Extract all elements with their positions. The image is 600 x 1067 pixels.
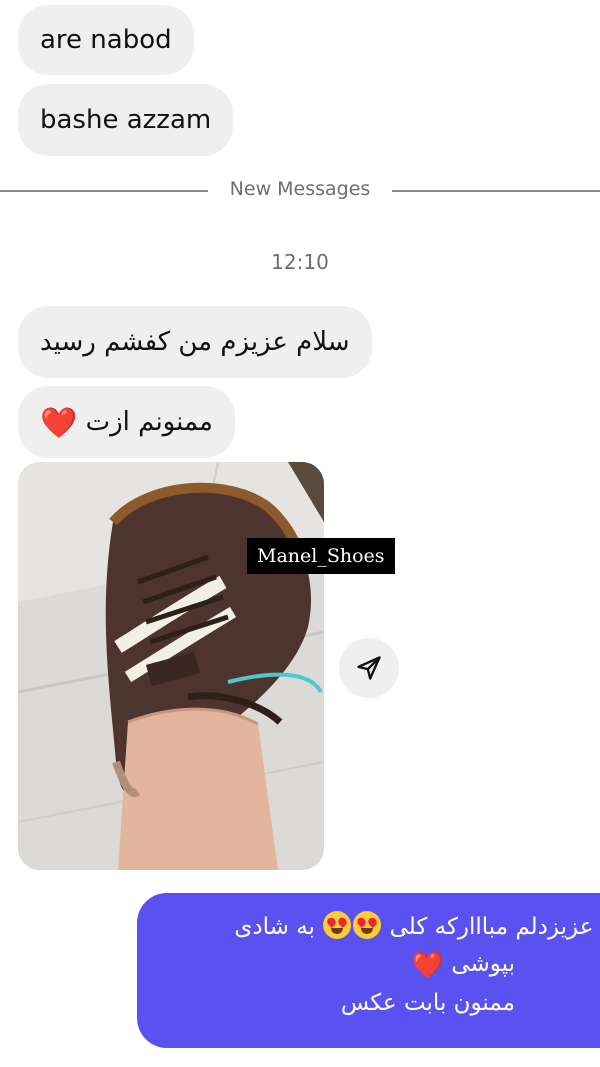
heart-eyes-emoji-icon [353,911,382,939]
message-timestamp: 12:10 [271,250,329,274]
new-messages-divider: New Messages [0,176,600,206]
message-thread: are nabod bashe azzam New Messages 12:10… [0,0,600,1067]
message-text: به شادی [234,914,315,940]
send-icon [357,656,381,680]
shop-watermark-label: Manel_Shoes [247,538,395,574]
incoming-message-bubble[interactable]: سلام عزیزم من کفشم رسید [18,306,372,378]
shoe-photo-image [18,462,324,870]
red-heart-icon: ❤️ [40,406,78,441]
new-messages-label: New Messages [229,178,371,200]
message-line: ممنون بابت عکس [137,985,515,1022]
share-button[interactable] [339,638,399,698]
message-text: بپوشی [451,951,515,977]
message-text: م عزیزدلم مبااارکه کلی [389,914,600,940]
message-line: م عزیزدلم مبااارکه کلی به شادی [159,909,600,946]
incoming-message-bubble[interactable]: are nabod [18,5,194,75]
incoming-message-bubble[interactable]: bashe azzam [18,84,234,156]
divider-line [0,190,208,192]
message-text: are nabod [40,25,172,55]
divider-line [392,190,600,192]
heart-eyes-emoji-icon [323,911,352,939]
message-text: bashe azzam [40,105,212,135]
outgoing-message-bubble[interactable]: م عزیزدلم مبااارکه کلی به شادی بپوشی ❤️ … [137,893,600,1048]
shared-photo[interactable] [18,462,324,870]
message-text: ممنون بابت عکس [340,990,515,1016]
message-line: بپوشی ❤️ [137,946,515,985]
message-text: ممنونم ازت [85,407,213,437]
message-text: سلام عزیزم من کفشم رسید [40,327,350,357]
red-heart-icon: ❤️ [411,951,445,981]
incoming-message-bubble[interactable]: ممنونم ازت ❤️ [18,386,235,458]
